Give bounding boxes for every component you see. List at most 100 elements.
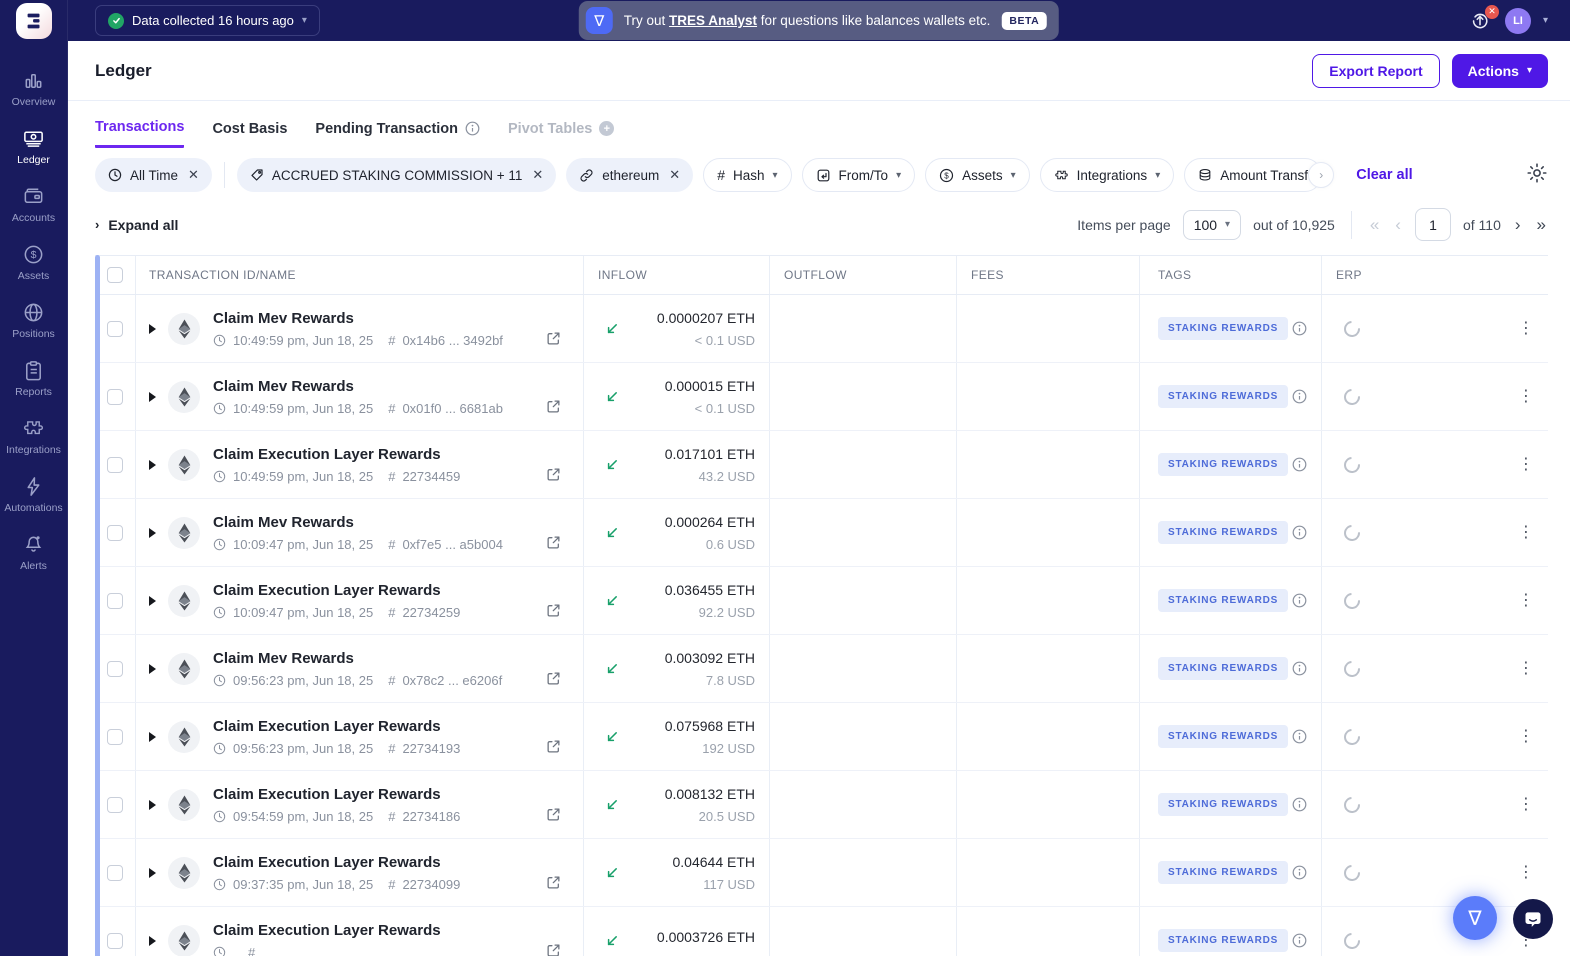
tag-info-icon[interactable]: [1292, 389, 1307, 404]
transaction-ref[interactable]: 22734186: [402, 809, 460, 824]
sidebar-item-overview[interactable]: Overview: [0, 63, 67, 114]
tag-info-icon[interactable]: [1292, 457, 1307, 472]
column-header-tags[interactable]: TAGS: [1158, 268, 1191, 282]
chat-messenger-fab[interactable]: [1513, 899, 1553, 939]
tab-cost-basis[interactable]: Cost Basis: [212, 121, 287, 147]
row-menu-kebab-icon[interactable]: ⋮: [1518, 864, 1534, 881]
expand-row-icon[interactable]: [149, 595, 156, 606]
filter-chip-tag[interactable]: ACCRUED STAKING COMMISSION + 11 ✕: [236, 158, 557, 192]
expand-row-icon[interactable]: [149, 731, 156, 742]
column-header-fees[interactable]: FEES: [971, 268, 1004, 282]
row-menu-kebab-icon[interactable]: ⋮: [1518, 592, 1534, 609]
tag-info-icon[interactable]: [1292, 933, 1307, 948]
external-link-icon[interactable]: [546, 739, 583, 754]
transaction-ref[interactable]: 0xf7e5 ... a5b004: [402, 537, 502, 552]
column-header-outflow[interactable]: OUTFLOW: [784, 268, 847, 282]
filter-chip-amount-transferred[interactable]: Amount Transfe: [1184, 158, 1323, 192]
select-all-checkbox[interactable]: [107, 267, 123, 283]
external-link-icon[interactable]: [546, 807, 583, 822]
transaction-name[interactable]: Claim Execution Layer Rewards: [213, 718, 546, 735]
external-link-icon[interactable]: [546, 875, 583, 890]
row-checkbox[interactable]: [107, 660, 123, 677]
external-link-icon[interactable]: [546, 671, 583, 686]
transaction-ref[interactable]: 22734193: [402, 741, 460, 756]
data-status-dropdown[interactable]: Data collected 16 hours ago ▾: [95, 5, 320, 36]
transaction-name[interactable]: Claim Execution Layer Rewards: [213, 582, 546, 599]
last-page-button[interactable]: »: [1535, 215, 1548, 235]
expand-row-icon[interactable]: [149, 935, 156, 946]
expand-row-icon[interactable]: [149, 867, 156, 878]
column-header-inflow[interactable]: INFLOW: [598, 268, 647, 282]
column-header-erp[interactable]: ERP: [1336, 268, 1362, 282]
external-link-icon[interactable]: [546, 943, 583, 956]
chevron-down-icon[interactable]: ▾: [1543, 15, 1548, 26]
tag-info-icon[interactable]: [1292, 525, 1307, 540]
filter-chip-assets[interactable]: $ Assets ▾: [925, 158, 1030, 192]
tag-info-icon[interactable]: [1292, 865, 1307, 880]
avatar[interactable]: LI: [1504, 7, 1531, 34]
row-checkbox[interactable]: [107, 864, 123, 881]
sidebar-item-integrations[interactable]: Integrations: [0, 411, 67, 462]
actions-button[interactable]: Actions ▾: [1451, 53, 1548, 88]
expand-row-icon[interactable]: [149, 799, 156, 810]
filter-chip-hash[interactable]: # Hash ▾: [703, 158, 792, 192]
expand-row-icon[interactable]: [149, 663, 156, 674]
row-checkbox[interactable]: [107, 592, 123, 609]
tres-analyst-link[interactable]: TRES Analyst: [669, 13, 757, 28]
external-link-icon[interactable]: [546, 331, 583, 346]
tab-pending-transaction[interactable]: Pending Transaction: [315, 121, 480, 147]
filter-chip-from-to[interactable]: From/To ▾: [801, 158, 916, 192]
column-header-name[interactable]: TRANSACTION ID/NAME: [149, 268, 296, 282]
scroll-filters-right-button[interactable]: ›: [1308, 162, 1335, 188]
row-checkbox[interactable]: [107, 388, 123, 405]
filter-chip-all-time[interactable]: All Time ✕: [95, 158, 212, 192]
external-link-icon[interactable]: [546, 399, 583, 414]
tag-info-icon[interactable]: [1292, 729, 1307, 744]
row-menu-kebab-icon[interactable]: ⋮: [1518, 388, 1534, 405]
remove-filter-icon[interactable]: ✕: [667, 167, 680, 183]
row-menu-kebab-icon[interactable]: ⋮: [1518, 660, 1534, 677]
remove-filter-icon[interactable]: ✕: [530, 167, 543, 183]
tab-pivot-tables[interactable]: Pivot Tables +: [508, 121, 615, 147]
items-per-page-select[interactable]: 100 ▾: [1182, 209, 1242, 240]
prev-page-button[interactable]: ‹: [1393, 215, 1403, 235]
sidebar-item-assets[interactable]: $ Assets: [0, 237, 67, 288]
tag-info-icon[interactable]: [1292, 797, 1307, 812]
sync-status-button[interactable]: ✕: [1469, 4, 1499, 33]
transaction-name[interactable]: Claim Execution Layer Rewards: [213, 922, 546, 939]
next-page-button[interactable]: ›: [1513, 215, 1523, 235]
sidebar-item-reports[interactable]: Reports: [0, 353, 67, 404]
transaction-name[interactable]: Claim Mev Rewards: [213, 378, 546, 395]
add-pivot-table-icon[interactable]: +: [599, 121, 615, 136]
row-menu-kebab-icon[interactable]: ⋮: [1518, 320, 1534, 337]
external-link-icon[interactable]: [546, 603, 583, 618]
transaction-ref[interactable]: 0x01f0 ... 6681ab: [402, 401, 502, 416]
remove-filter-icon[interactable]: ✕: [186, 167, 199, 183]
tab-transactions[interactable]: Transactions: [95, 119, 185, 148]
sidebar-item-ledger[interactable]: Ledger: [0, 121, 67, 172]
clear-all-filters-button[interactable]: Clear all: [1356, 167, 1412, 183]
expand-row-icon[interactable]: [149, 391, 156, 402]
row-checkbox[interactable]: [107, 524, 123, 541]
expand-row-icon[interactable]: [149, 323, 156, 334]
tres-logo[interactable]: [15, 3, 52, 39]
filter-chip-integrations[interactable]: Integrations ▾: [1039, 158, 1175, 192]
row-checkbox[interactable]: [107, 796, 123, 813]
transaction-ref[interactable]: 22734459: [402, 469, 460, 484]
first-page-button[interactable]: «: [1368, 215, 1381, 235]
transaction-name[interactable]: Claim Mev Rewards: [213, 650, 546, 667]
tag-info-icon[interactable]: [1292, 321, 1307, 336]
sidebar-item-accounts[interactable]: Accounts: [0, 179, 67, 230]
sidebar-item-alerts[interactable]: Alerts: [0, 527, 67, 578]
page-number-input[interactable]: [1414, 208, 1451, 241]
row-menu-kebab-icon[interactable]: ⋮: [1518, 728, 1534, 745]
table-scrollbar[interactable]: [95, 255, 100, 956]
row-checkbox[interactable]: [107, 728, 123, 745]
export-report-button[interactable]: Export Report: [1312, 53, 1440, 88]
tag-info-icon[interactable]: [1292, 661, 1307, 676]
row-menu-kebab-icon[interactable]: ⋮: [1518, 524, 1534, 541]
row-checkbox[interactable]: [107, 320, 123, 337]
transaction-name[interactable]: Claim Mev Rewards: [213, 310, 546, 327]
expand-row-icon[interactable]: [149, 459, 156, 470]
filter-settings-gear-icon[interactable]: [1526, 162, 1548, 189]
